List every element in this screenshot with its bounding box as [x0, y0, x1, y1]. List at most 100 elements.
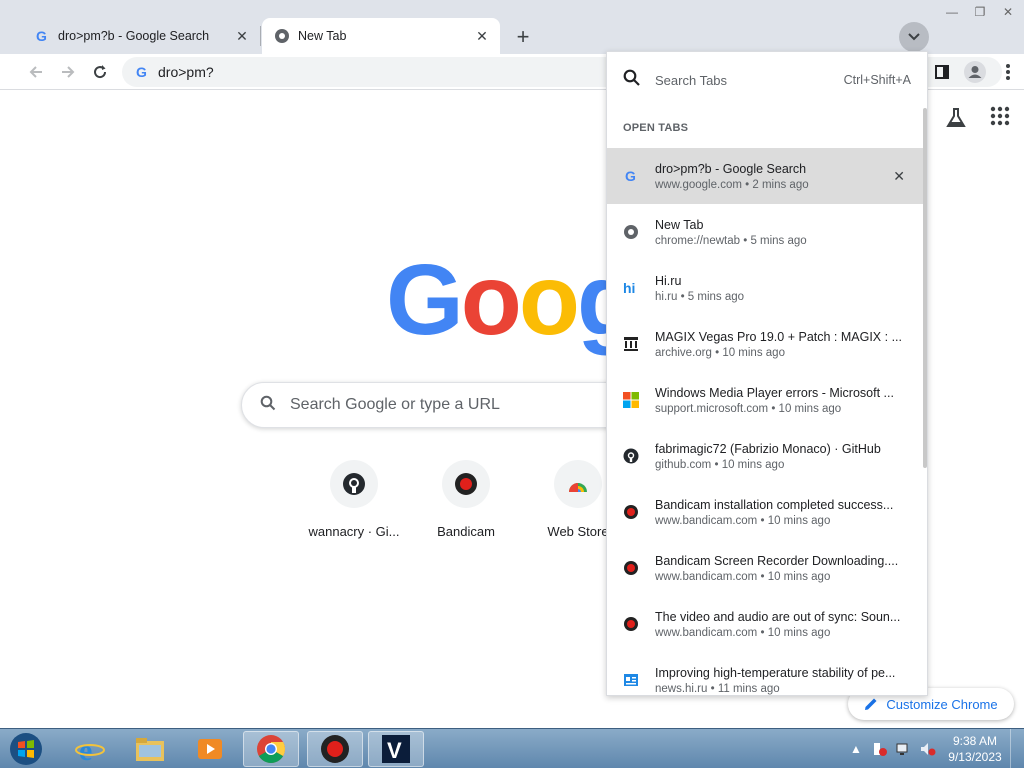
bandicam-taskbar-button[interactable]: [307, 731, 363, 767]
search-icon: [260, 395, 276, 416]
section-title: OPEN TABS: [623, 122, 689, 134]
google-logo: Goog: [386, 250, 638, 350]
open-tab-item[interactable]: MAGIX Vegas Pro 19.0 + Patch : MAGIX : .…: [607, 316, 927, 372]
forward-button[interactable]: [54, 58, 82, 86]
open-tab-title: Windows Media Player errors - Microsoft …: [655, 385, 894, 400]
svg-text:G: G: [136, 64, 147, 80]
open-tab-item[interactable]: hi Hi.ru hi.ru • 5 mins ago: [607, 260, 927, 316]
open-tab-meta: archive.org • 10 mins ago: [655, 346, 785, 359]
bandicam-icon: [623, 560, 639, 576]
open-tab-item[interactable]: Bandicam installation completed success.…: [607, 484, 927, 540]
tab-google-search[interactable]: G dro>pm?b - Google Search ✕: [22, 18, 260, 54]
open-tab-time: 11 mins ago: [717, 682, 780, 695]
open-tab-item[interactable]: The video and audio are out of sync: Sou…: [607, 596, 927, 652]
show-hidden-icons-icon[interactable]: ▲: [847, 740, 865, 758]
open-tab-item[interactable]: New Tab chrome://newtab • 5 mins ago: [607, 204, 927, 260]
network-icon[interactable]: [895, 740, 913, 758]
back-button[interactable]: [22, 58, 50, 86]
scrollbar[interactable]: [923, 108, 927, 468]
open-tab-title: The video and audio are out of sync: Sou…: [655, 609, 901, 624]
open-tab-url: archive.org: [655, 346, 712, 359]
open-tab-title: MAGIX Vegas Pro 19.0 + Patch : MAGIX : .…: [655, 329, 902, 344]
start-button[interactable]: [4, 730, 48, 768]
bandicam-icon: [321, 735, 349, 763]
action-center-icon[interactable]: [871, 740, 889, 758]
close-tab-icon[interactable]: ✕: [472, 26, 492, 46]
open-tab-item[interactable]: Bandicam Screen Recorder Downloading....…: [607, 540, 927, 596]
media-player-icon: [198, 739, 222, 759]
tab-search-button[interactable]: [899, 22, 929, 52]
open-tab-title: fabrimagic72 (Fabrizio Monaco) · GitHub: [655, 441, 881, 456]
open-tabs-list: G dro>pm?b - Google Search www.google.com…: [607, 148, 927, 695]
svg-text:e: e: [79, 734, 92, 764]
shortcut-bandicam[interactable]: Bandicam: [410, 460, 522, 539]
clock[interactable]: 9:38 AM 9/13/2023: [940, 733, 1010, 765]
pencil-icon: [865, 698, 877, 710]
volume-muted-icon[interactable]: [919, 740, 937, 758]
open-tab-time: 2 mins ago: [752, 178, 809, 191]
tab-search-input[interactable]: Search Tabs Ctrl+Shift+A: [607, 52, 927, 108]
chevron-down-icon: [908, 33, 920, 41]
open-tab-item[interactable]: Improving high-temperature stability of …: [607, 652, 927, 695]
open-tab-item[interactable]: Windows Media Player errors - Microsoft …: [607, 372, 927, 428]
open-tab-url: github.com: [655, 458, 712, 471]
open-tab-meta: www.bandicam.com • 10 mins ago: [655, 626, 831, 639]
show-desktop-button[interactable]: [1010, 729, 1024, 768]
media-player-taskbar-button[interactable]: [182, 731, 238, 767]
tab-separator: [260, 26, 261, 46]
new-tab-button[interactable]: +: [510, 24, 536, 50]
profile-button[interactable]: [961, 58, 989, 86]
logo-letter: o: [518, 244, 580, 356]
github-icon: [330, 460, 378, 508]
close-tab-icon[interactable]: ✕: [232, 26, 252, 46]
open-tab-meta: hi.ru • 5 mins ago: [655, 290, 745, 303]
side-panel-icon: [935, 65, 949, 79]
web-store-icon: [554, 460, 602, 508]
internet-explorer-taskbar-button[interactable]: e: [62, 731, 118, 767]
flask-icon: [946, 108, 966, 127]
google-g-icon: G: [34, 28, 50, 44]
customize-label: Customize Chrome: [886, 696, 998, 712]
vegas-taskbar-button[interactable]: V: [368, 731, 424, 767]
chrome-taskbar-button[interactable]: [243, 731, 299, 767]
tab-title: New Tab: [298, 29, 347, 43]
system-tray: ▲ 9:38 AM 9/13/2023: [844, 729, 1024, 768]
open-tab-meta: www.bandicam.com • 10 mins ago: [655, 514, 831, 527]
open-tab-item[interactable]: G dro>pm?b - Google Search www.google.com…: [607, 148, 927, 204]
svg-text:V: V: [387, 738, 402, 763]
apps-button[interactable]: [990, 106, 1010, 135]
open-tab-url: news.hi.ru: [655, 682, 708, 695]
open-tab-title: Hi.ru: [655, 273, 682, 288]
open-tab-url: www.bandicam.com: [655, 514, 758, 527]
bandicam-icon: [623, 616, 639, 632]
labs-button[interactable]: [944, 106, 968, 135]
vegas-icon: V: [382, 735, 410, 763]
taskbar: e V ▲ 9:38 AM 9/13/2023: [0, 728, 1024, 768]
tab-new-tab[interactable]: New Tab ✕: [262, 18, 500, 54]
arrow-left-icon: [29, 66, 42, 78]
minimize-button[interactable]: —: [938, 0, 966, 24]
open-tab-url: www.google.com: [655, 178, 742, 191]
chrome-icon: [257, 735, 285, 763]
shortcut-wannacry[interactable]: wannacry · Gi...: [298, 460, 410, 539]
microsoft-icon: [623, 392, 639, 408]
hi-ru-icon: hi: [623, 280, 639, 296]
open-tab-item[interactable]: fabrimagic72 (Fabrizio Monaco) · GitHub g…: [607, 428, 927, 484]
open-tab-title: Bandicam installation completed success.…: [655, 497, 894, 512]
reload-icon: [94, 65, 107, 79]
avatar-icon: [964, 61, 986, 83]
reload-button[interactable]: [86, 58, 114, 86]
restore-button[interactable]: ❐: [966, 0, 994, 24]
open-tab-title: Bandicam Screen Recorder Downloading....: [655, 553, 899, 568]
explorer-taskbar-button[interactable]: [122, 731, 178, 767]
open-tab-time: 10 mins ago: [767, 570, 831, 583]
github-icon: [623, 448, 639, 464]
open-tab-title: New Tab: [655, 217, 704, 232]
open-tab-meta: chrome://newtab • 5 mins ago: [655, 234, 807, 247]
open-tab-title: Improving high-temperature stability of …: [655, 665, 896, 680]
menu-button[interactable]: [994, 58, 1022, 86]
side-panel-button[interactable]: [928, 58, 956, 86]
open-tab-time: 5 mins ago: [750, 234, 807, 247]
close-window-button[interactable]: ✕: [994, 0, 1022, 24]
close-icon[interactable]: ✕: [893, 168, 905, 185]
